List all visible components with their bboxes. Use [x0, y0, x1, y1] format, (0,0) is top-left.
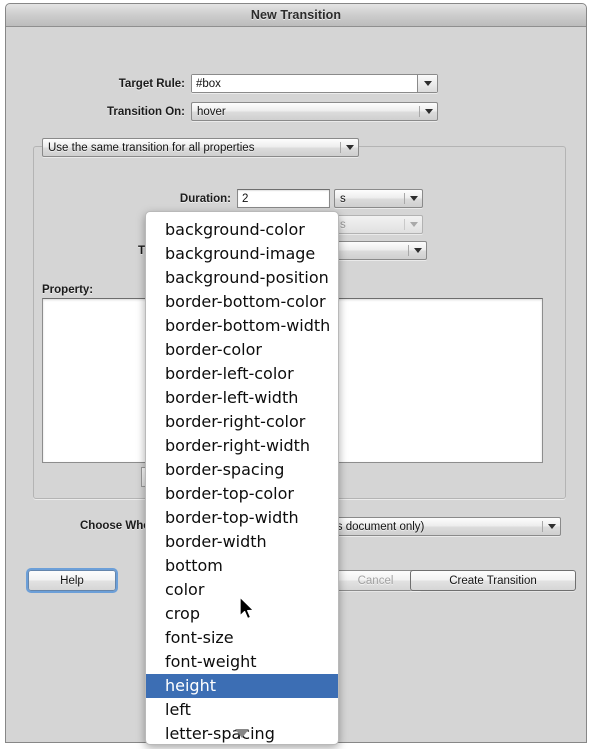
menu-item[interactable]: border-top-width — [146, 506, 338, 530]
chevron-down-icon[interactable] — [543, 518, 560, 535]
chevron-down-icon[interactable] — [420, 103, 437, 120]
store-location-popup[interactable]: (This document only) — [311, 517, 561, 536]
chevron-down-icon[interactable] — [417, 75, 437, 92]
menu-item[interactable]: border-left-color — [146, 362, 338, 386]
property-dropdown-menu[interactable]: background-color background-image backgrou… — [145, 211, 339, 745]
menu-item[interactable]: border-left-width — [146, 386, 338, 410]
cancel-button[interactable]: Cancel — [329, 570, 422, 591]
chevron-down-icon[interactable] — [409, 242, 426, 259]
transition-scope-value: Use the same transition for all properti… — [48, 141, 255, 154]
delay-unit-value: s — [340, 218, 346, 231]
delay-unit-popup: s — [334, 215, 423, 234]
triangle-down-icon[interactable] — [146, 725, 338, 741]
duration-input[interactable]: 2 — [237, 189, 330, 208]
menu-item[interactable]: font-size — [146, 626, 338, 650]
menu-item[interactable]: border-top-color — [146, 482, 338, 506]
transition-on-popup[interactable]: hover — [191, 102, 438, 121]
menu-item[interactable]: background-position — [146, 266, 338, 290]
transition-on-label: Transition On: — [107, 105, 185, 118]
dialog-title: New Transition — [250, 8, 342, 22]
chevron-down-icon[interactable] — [341, 139, 358, 156]
menu-item[interactable]: border-bottom-color — [146, 290, 338, 314]
transition-on-row: Transition On: hover — [104, 102, 438, 121]
help-button[interactable]: Help — [26, 568, 118, 593]
duration-unit-popup[interactable]: s — [334, 189, 423, 208]
store-location-value: (This document only) — [317, 520, 425, 533]
target-rule-value[interactable]: #box — [192, 75, 417, 92]
menu-item[interactable]: left — [146, 698, 338, 722]
menu-item[interactable]: bottom — [146, 554, 338, 578]
menu-item[interactable]: crop — [146, 602, 338, 626]
menu-item[interactable]: height — [146, 674, 338, 698]
menu-item[interactable]: background-image — [146, 242, 338, 266]
target-rule-row: Target Rule: #box — [112, 74, 438, 93]
duration-label: Duration: — [179, 192, 231, 205]
chevron-down-icon[interactable] — [405, 190, 422, 207]
menu-item[interactable]: background-color — [146, 218, 338, 242]
menu-item[interactable]: font-weight — [146, 650, 338, 674]
menu-item[interactable]: border-bottom-width — [146, 314, 338, 338]
menu-item[interactable]: color — [146, 578, 338, 602]
menu-item[interactable]: border-spacing — [146, 458, 338, 482]
create-transition-button[interactable]: Create Transition — [410, 570, 576, 591]
dialog-titlebar[interactable]: New Transition — [6, 4, 586, 27]
target-rule-combobox[interactable]: #box — [191, 74, 438, 93]
duration-row: Duration: 2 s — [174, 189, 423, 208]
property-menu-items: background-color background-image backgrou… — [146, 218, 338, 744]
duration-value: 2 — [242, 192, 249, 205]
chevron-down-icon — [405, 216, 422, 233]
transition-on-value: hover — [197, 105, 226, 118]
target-rule-label: Target Rule: — [118, 77, 185, 90]
menu-item[interactable]: border-right-width — [146, 434, 338, 458]
menu-item[interactable]: border-color — [146, 338, 338, 362]
property-label: Property: — [42, 284, 94, 296]
duration-unit-value: s — [340, 192, 346, 205]
menu-item[interactable]: border-right-color — [146, 410, 338, 434]
transition-scope-popup[interactable]: Use the same transition for all properti… — [42, 138, 359, 157]
menu-item[interactable]: border-width — [146, 530, 338, 554]
